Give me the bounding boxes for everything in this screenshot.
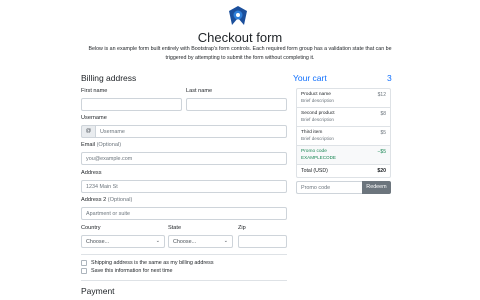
same-address-label: Shipping address is the same as my billi… (91, 260, 214, 266)
cart-list: Product name Brief description $12 Secon… (296, 88, 391, 178)
total-value: $20 (377, 168, 386, 174)
cart-item: Third item Brief description $5 (297, 127, 390, 146)
promo-row: Promo code EXAMPLECODE −$5 (297, 146, 390, 165)
cart-item: Second product Brief description $8 (297, 108, 390, 127)
cart-item-price: $12 (377, 92, 386, 98)
zip-label: Zip (238, 225, 246, 231)
page-title: Checkout form (197, 30, 283, 45)
state-label: State (168, 225, 182, 231)
last-name-input[interactable] (186, 98, 287, 111)
address2-input[interactable]: Apartment or suite (81, 207, 287, 220)
address2-label: Address 2 (Optional) (81, 197, 133, 203)
country-label: Country (81, 225, 101, 231)
first-name-input[interactable] (81, 98, 182, 111)
cart-item-name: Product name (301, 92, 331, 97)
country-select[interactable]: Choose... ⌄ (81, 235, 165, 248)
first-name-label: First name (81, 88, 108, 94)
promo-code: EXAMPLECODE (301, 155, 336, 160)
cart-item-price: $5 (380, 130, 386, 136)
total-row: Total (USD) $20 (297, 165, 390, 177)
zip-input[interactable] (238, 235, 287, 248)
cart-count-badge: 3 (387, 73, 392, 83)
cart-item-name: Second product (301, 111, 335, 116)
billing-heading: Billing address (81, 73, 137, 83)
payment-heading: Payment (81, 286, 115, 296)
email-label: Email (Optional) (81, 142, 122, 148)
same-address-checkbox[interactable] (81, 260, 87, 266)
cart-item-desc: Brief description (301, 117, 334, 122)
address2-optional: (Optional) (107, 197, 133, 203)
email-input[interactable]: you@example.com (81, 152, 287, 165)
page-lead: Below is an example form built entirely … (88, 46, 392, 61)
bootstrap-logo-icon (229, 6, 247, 25)
chevron-down-icon: ⌄ (223, 238, 228, 244)
total-label: Total (USD) (301, 168, 328, 174)
save-info-label: Save this information for next time (91, 268, 173, 274)
divider (81, 280, 287, 281)
last-name-label: Last name (186, 88, 213, 94)
promo-amount: −$5 (377, 149, 386, 155)
address-input[interactable]: 1234 Main St (81, 180, 287, 193)
cart-item-price: $8 (380, 111, 386, 117)
divider (81, 254, 287, 255)
chevron-down-icon: ⌄ (155, 238, 160, 244)
cart-item: Product name Brief description $12 (297, 89, 390, 108)
username-label: Username (81, 115, 107, 121)
cart-item-name: Third item (301, 130, 323, 135)
promo-code-input[interactable]: Promo code (296, 181, 362, 194)
address-label: Address (81, 170, 102, 176)
cart-item-desc: Brief description (301, 98, 334, 103)
save-info-checkbox[interactable] (81, 268, 87, 274)
email-optional: (Optional) (96, 142, 122, 148)
state-select[interactable]: Choose... ⌄ (168, 235, 233, 248)
at-prefix: @ (81, 125, 95, 138)
cart-item-desc: Brief description (301, 136, 334, 141)
username-input[interactable]: Username (95, 125, 287, 138)
cart-title: Your cart (293, 73, 327, 83)
redeem-button[interactable]: Redeem (362, 181, 391, 194)
promo-label: Promo code (301, 149, 327, 154)
